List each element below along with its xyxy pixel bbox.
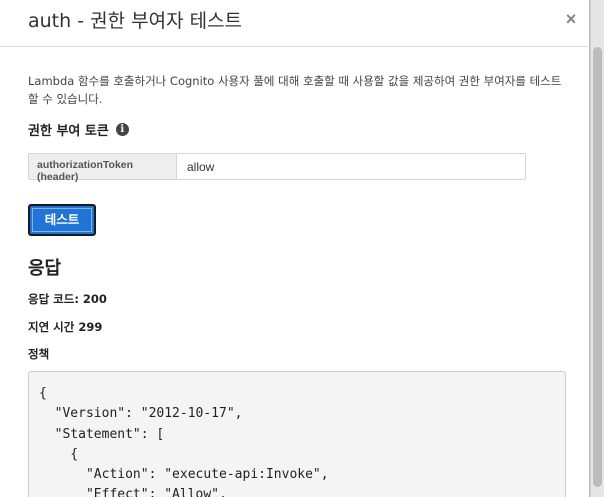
response-latency: 지연 시간 299 (28, 320, 103, 334)
token-field-label: authorizationToken (header) (29, 154, 177, 183)
dialog-header: auth - 권한 부여자 테스트 × (0, 0, 589, 47)
dialog-body: Lambda 함수를 호출하거나 Cognito 사용자 풀에 대해 호출할 때… (28, 72, 568, 362)
dialog-title: auth - 권한 부여자 테스트 (28, 10, 243, 32)
response-title: 응답 (28, 258, 62, 279)
test-button[interactable]: 테스트 (28, 204, 96, 236)
policy-json: { "Version": "2012-10-17", "Statement": … (39, 386, 329, 497)
response-code: 응답 코드: 200 (28, 292, 107, 306)
close-icon[interactable]: × (556, 4, 586, 34)
policy-label: 정책 (28, 347, 50, 361)
authorization-token-field: authorizationToken (header) (28, 153, 526, 183)
token-section-label: 권한 부여 토큰 i (28, 120, 568, 139)
authorization-token-input[interactable] (177, 154, 525, 179)
scrollbar-thumb[interactable] (593, 47, 602, 487)
info-icon[interactable]: i (115, 123, 129, 136)
page-scrollbar[interactable] (590, 0, 604, 497)
token-section-text: 권한 부여 토큰 (28, 124, 109, 139)
test-button-label: 테스트 (32, 208, 92, 232)
test-authorizer-dialog: auth - 권한 부여자 테스트 × Lambda 함수를 호출하거나 Cog… (0, 0, 590, 497)
policy-code-box: { "Version": "2012-10-17", "Statement": … (28, 371, 566, 497)
dialog-description: Lambda 함수를 호출하거나 Cognito 사용자 풀에 대해 호출할 때… (28, 74, 562, 106)
